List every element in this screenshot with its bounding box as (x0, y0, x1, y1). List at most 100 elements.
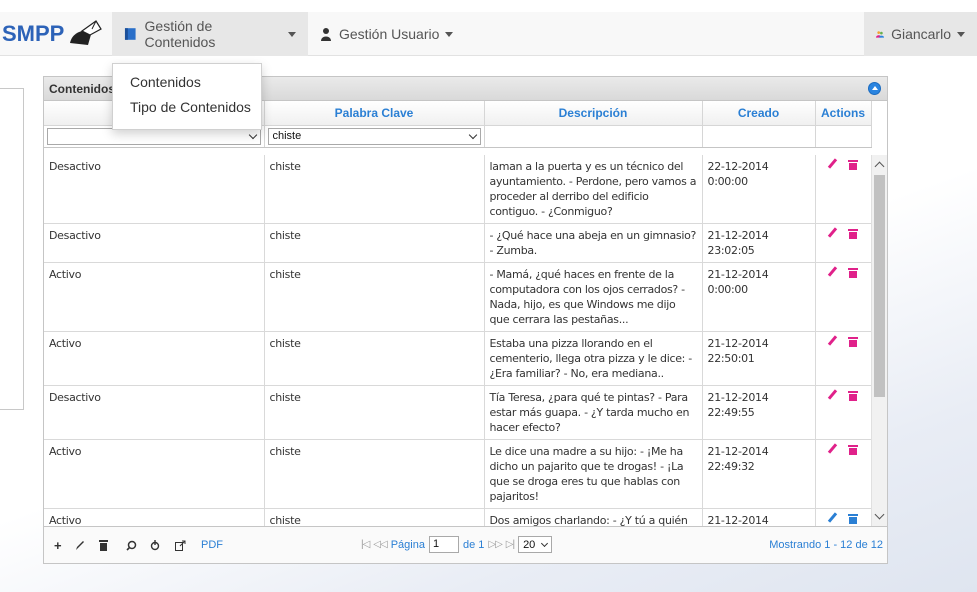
row-actions (821, 159, 866, 170)
cell-palabra-clave: chiste (264, 385, 485, 440)
filter-palabra-value: chiste (272, 130, 302, 142)
trash-icon[interactable] (847, 268, 858, 278)
cell-palabra-clave: chiste (264, 439, 485, 509)
collapse-icon[interactable] (868, 82, 881, 95)
brand[interactable]: SMPP (0, 12, 112, 56)
nav-user-menu[interactable]: Giancarlo (864, 12, 977, 56)
refresh-icon[interactable] (150, 539, 160, 554)
caret-down-icon (288, 31, 296, 37)
grid-pager: + PDF |◁ ◁◁ Página 1 de 1 ▷▷ ▷| 20 Mostr… (44, 526, 887, 563)
edit-icon[interactable] (827, 444, 837, 454)
trash-icon[interactable] (847, 514, 858, 524)
user-avatar-icon (876, 31, 885, 38)
edit-icon[interactable] (75, 539, 85, 554)
cell-creado: 21-12-2014 22:50:01 (702, 331, 816, 386)
prev-page-icon[interactable]: ◁◁ (373, 539, 387, 550)
grid-title: Contenidos (49, 81, 115, 96)
export-icon[interactable] (175, 539, 186, 554)
pager-navigation: |◁ ◁◁ Página 1 de 1 ▷▷ ▷| 20 (361, 536, 553, 553)
trash-icon[interactable] (847, 337, 858, 347)
page-number-input[interactable]: 1 (428, 536, 459, 553)
grid-data-table: Desactivo chiste laman a la puerta y es un… (44, 155, 872, 528)
column-header-actions: Actions (815, 101, 872, 126)
cell-descripcion: Le dice una madre a su hijo: - ¡Me ha di… (484, 439, 703, 509)
cell-palabra-clave: chiste (264, 262, 485, 332)
delete-icon[interactable] (99, 539, 108, 554)
edit-icon[interactable] (827, 513, 837, 523)
cell-creado: 21-12-2014 22:49:32 (702, 439, 816, 509)
menu-item-contenidos[interactable]: Contenidos (113, 72, 261, 97)
cell-palabra-clave: chiste (264, 331, 485, 386)
edit-icon[interactable] (827, 336, 837, 346)
trash-icon[interactable] (847, 445, 858, 455)
column-header-palabra-clave[interactable]: Palabra Clave (264, 101, 485, 126)
trash-icon[interactable] (847, 391, 858, 401)
row-actions (821, 267, 866, 278)
cell-creado: 21-12-2014 22:49:55 (702, 385, 816, 440)
column-header-creado[interactable]: Creado (702, 101, 816, 126)
cell-actions (815, 331, 872, 386)
cell-estado: Desactivo (44, 155, 265, 224)
cell-descripcion: - Mamá, ¿qué haces en frente de la compu… (484, 262, 703, 332)
grid-body: Desactivo chiste laman a la puerta y es un… (44, 155, 887, 528)
cell-palabra-clave: chiste (264, 223, 485, 263)
trash-icon[interactable] (847, 160, 858, 170)
filter-cell-creado (702, 125, 816, 148)
column-header-descripcion[interactable]: Descripción (484, 101, 703, 126)
search-icon[interactable] (126, 539, 137, 554)
last-page-icon[interactable]: ▷| (506, 539, 515, 550)
table-row[interactable]: Desactivo chiste - ¿Qué hace una abeja en … (44, 223, 872, 263)
cell-descripcion: Tía Teresa, ¿para qué te pintas? - Para … (484, 385, 703, 440)
cell-estado: Activo (44, 262, 265, 332)
brand-logo-icon (70, 20, 103, 45)
table-row[interactable]: Activo chiste - Mamá, ¿qué haces en frente… (44, 262, 872, 332)
row-actions (821, 390, 866, 401)
contenidos-grid: Contenidos Palabra Clave Descripción Cre… (43, 76, 888, 564)
table-row[interactable]: Activo chiste Le dice una madre a su hijo:… (44, 439, 872, 509)
filter-estado-select[interactable] (47, 127, 261, 145)
add-icon[interactable]: + (54, 538, 62, 553)
edit-icon[interactable] (827, 390, 837, 400)
row-actions (821, 513, 866, 524)
table-row[interactable]: Desactivo chiste Tía Teresa, ¿para qué te … (44, 385, 872, 440)
table-row[interactable]: Desactivo chiste laman a la puerta y es un… (44, 155, 872, 224)
chevron-down-icon (541, 539, 549, 547)
next-page-icon[interactable]: ▷▷ (488, 539, 502, 550)
cell-actions (815, 385, 872, 440)
filter-cell-palabra: chiste (264, 125, 485, 148)
book-icon (124, 28, 136, 40)
nav-user-label: Giancarlo (891, 26, 951, 42)
cell-estado: Desactivo (44, 385, 265, 440)
filter-palabra-select[interactable]: chiste (267, 127, 481, 145)
nav-usuario-label: Gestión Usuario (339, 26, 440, 42)
cell-creado: 21-12-2014 23:02:05 (702, 223, 816, 263)
edit-icon[interactable] (827, 228, 837, 238)
cell-creado: 21-12-2014 0:00:00 (702, 262, 816, 332)
menu-item-tipo-contenidos[interactable]: Tipo de Contenidos (113, 97, 261, 122)
page-of-label: de 1 (462, 538, 485, 551)
scroll-up-icon[interactable] (874, 161, 885, 172)
grid-scrollbar[interactable] (871, 155, 887, 528)
nav-gestion-contenidos[interactable]: Gestión de Contenidos (112, 12, 308, 56)
cell-actions (815, 223, 872, 263)
cell-descripcion: - ¿Qué hace una abeja en un gimnasio? - … (484, 223, 703, 263)
edit-icon[interactable] (827, 267, 837, 277)
nav-gestion-usuario[interactable]: Gestión Usuario (308, 12, 468, 56)
edit-icon[interactable] (827, 159, 837, 169)
filter-cell-actions (815, 125, 872, 148)
cell-actions (815, 262, 872, 332)
rows-per-page-value: 20 (523, 538, 536, 551)
row-actions (821, 444, 866, 455)
side-panel (0, 88, 24, 410)
first-page-icon[interactable]: |◁ (361, 539, 370, 550)
cell-descripcion: laman a la puerta y es un técnico del ay… (484, 155, 703, 224)
export-pdf-button[interactable]: PDF (201, 539, 223, 551)
trash-icon[interactable] (847, 229, 858, 239)
scroll-thumb[interactable] (874, 175, 885, 397)
filter-cell-descripcion (484, 125, 703, 148)
scroll-down-icon[interactable] (874, 509, 885, 520)
rows-per-page-select[interactable]: 20 (518, 536, 553, 553)
table-row[interactable]: Activo chiste Estaba una pizza llorando en… (44, 331, 872, 386)
records-info: Mostrando 1 - 12 de 12 (769, 539, 883, 551)
top-navbar: SMPP Gestión de Contenidos Gestión Usuar… (0, 12, 977, 56)
